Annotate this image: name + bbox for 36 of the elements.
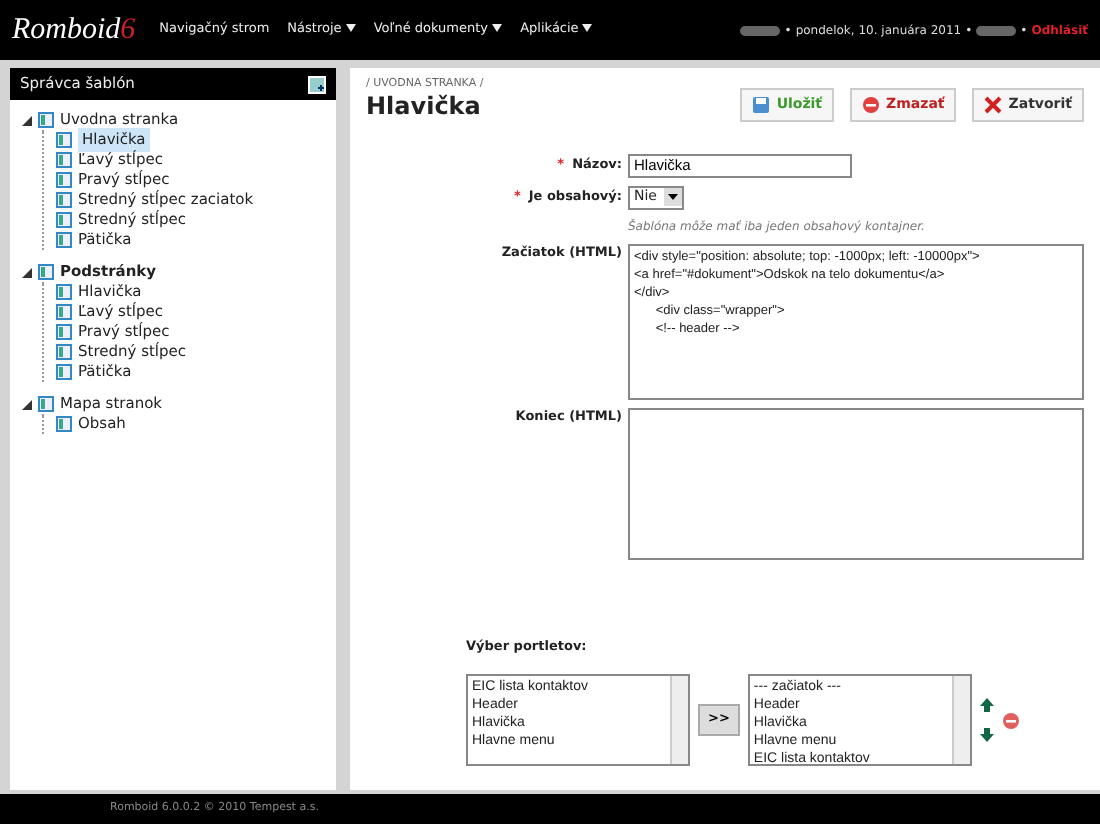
- page-icon: [56, 212, 72, 228]
- page-icon: [38, 264, 54, 280]
- page-title: Hlavička: [366, 92, 483, 122]
- logo: Romboid6: [12, 11, 136, 50]
- scrollbar[interactable]: [670, 676, 688, 764]
- end-html-textarea[interactable]: [628, 407, 1084, 560]
- page-icon: [56, 132, 72, 148]
- redacted-text: [740, 25, 781, 35]
- expanded-arrow-icon[interactable]: [22, 399, 32, 409]
- page-icon: [56, 324, 72, 340]
- page-icon: [56, 192, 72, 208]
- caret-icon: [492, 24, 503, 33]
- page-icon: [56, 364, 72, 380]
- page-icon: [38, 112, 54, 128]
- remove-icon: [1001, 711, 1020, 729]
- save-icon: [752, 95, 771, 114]
- page-icon: [56, 232, 72, 248]
- page-icon: [56, 304, 72, 320]
- minus-circle-icon: [862, 95, 881, 114]
- caret-icon: [582, 24, 593, 33]
- page-icon: [56, 344, 72, 360]
- scrollbar[interactable]: [951, 676, 970, 764]
- down-arrow-icon: [979, 728, 994, 742]
- redacted-text: [976, 25, 1017, 35]
- expanded-arrow-icon[interactable]: [22, 267, 32, 277]
- expanded-arrow-icon[interactable]: [22, 115, 32, 125]
- caret-icon: [345, 24, 356, 33]
- up-arrow-icon: [979, 698, 994, 712]
- close-icon: [984, 95, 1003, 114]
- page-icon: [56, 284, 72, 300]
- dropdown-arrow-icon: [663, 188, 681, 207]
- add-icon: [308, 75, 326, 93]
- page-icon: [56, 152, 72, 168]
- page-icon: [56, 172, 72, 188]
- page-icon: [56, 416, 72, 432]
- page-icon: [38, 396, 54, 412]
